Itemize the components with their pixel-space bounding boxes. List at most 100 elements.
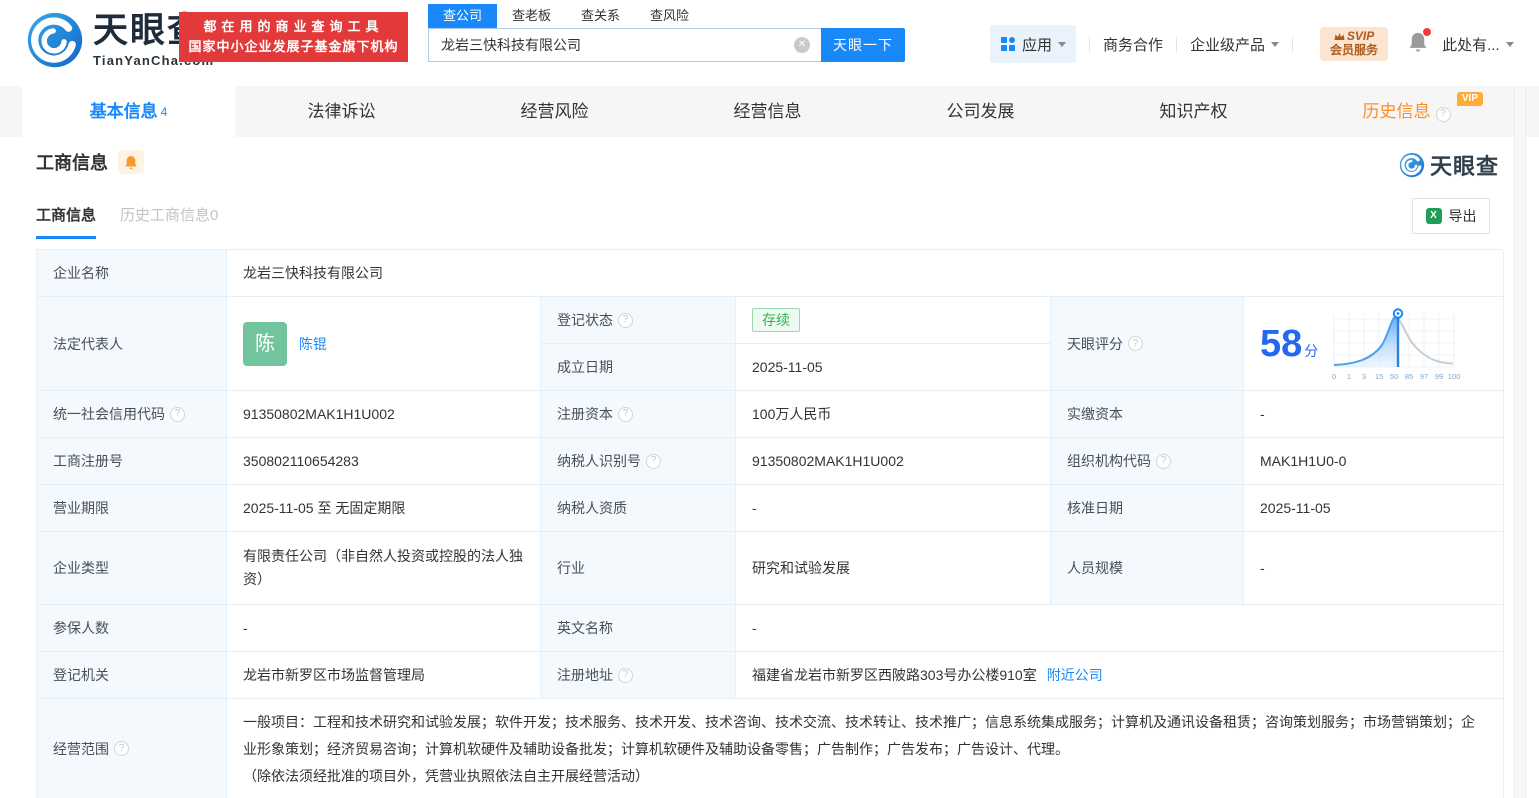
apps-label: 应用 [1022, 36, 1053, 54]
clear-icon[interactable]: ✕ [794, 37, 810, 53]
bell-icon [125, 155, 137, 169]
field-value-company-type: 有限责任公司（非自然人投资或控股的法人独资） [227, 532, 541, 605]
field-label-english-name: 英文名称 [541, 605, 736, 652]
field-value-score[interactable]: 58 分 0 1 3 15 50 85 97 99 100 [1244, 297, 1504, 391]
caret-down-icon [1058, 41, 1067, 47]
field-label-paid-capital: 实缴资本 [1051, 391, 1244, 438]
caret-down-icon [1271, 41, 1280, 47]
search-tab-boss[interactable]: 查老板 [497, 4, 566, 28]
field-value-reg-authority: 龙岩市新罗区市场监督管理局 [227, 652, 541, 699]
help-icon[interactable]: ? [1156, 453, 1171, 469]
tianyancha-company-page: 天眼查 TianYanCha.com 都在用的商业查询工具 国家中小企业发展子基… [0, 0, 1539, 798]
tab-legal-proceedings[interactable]: 法律诉讼 [235, 86, 448, 137]
help-icon[interactable]: ? [618, 312, 633, 328]
search-tab-risk[interactable]: 查风险 [635, 4, 704, 28]
header-nav: 应用 商务合作 企业级产品 SVIP 会员服务 此处有... [990, 24, 1514, 64]
help-icon[interactable]: ? [114, 741, 129, 756]
vertical-scrollbar[interactable] [1514, 86, 1526, 798]
export-label: 导出 [1448, 208, 1477, 224]
score-chart-x-labels: 0 1 3 15 50 85 97 99 100 [1332, 372, 1460, 381]
company-tabbar: 基本信息 4 法律诉讼 经营风险 经营信息 公司发展 知识产权 VIP 历史信息? [0, 86, 1539, 137]
nearby-companies-link[interactable]: 附近公司 [1047, 664, 1103, 686]
field-value-reg-number: 350802110654283 [227, 438, 541, 485]
field-value-taxpayer-quality: - [736, 485, 1051, 532]
field-label-business-scope: 经营范围? [37, 699, 227, 798]
field-label-reg-status: 登记状态? [541, 297, 736, 344]
tab-operating-info[interactable]: 经营信息 [661, 86, 874, 137]
field-value-company-name: 龙岩三快科技有限公司 [227, 250, 1504, 297]
tab-history-info[interactable]: VIP 历史信息? [1300, 86, 1513, 137]
business-scope-note: （除依法须经批准的项目外，凭营业执照依法自主开展经营活动） [243, 768, 649, 784]
field-value-org-code: MAK1H1U0-0 [1244, 438, 1504, 485]
search-input[interactable] [428, 28, 821, 62]
search-tab-company[interactable]: 查公司 [428, 4, 498, 28]
field-value-credit-code: 91350802MAK1H1U002 [227, 391, 541, 438]
field-value-industry: 研究和试验发展 [736, 532, 1051, 605]
field-value-paid-capital: - [1244, 391, 1504, 438]
svg-text:0: 0 [1332, 372, 1336, 381]
svg-text:97: 97 [1420, 372, 1428, 381]
export-button[interactable]: X 导出 [1412, 198, 1490, 234]
field-value-legal-rep: 陈 陈锟 [227, 297, 541, 391]
crown-icon [1334, 33, 1345, 40]
field-label-insured-count: 参保人数 [37, 605, 227, 652]
tab-company-development[interactable]: 公司发展 [874, 86, 1087, 137]
field-value-taxpayer-id: 91350802MAK1H1U002 [736, 438, 1051, 485]
notification-dot [1423, 27, 1432, 36]
svg-text:3: 3 [1362, 372, 1366, 381]
apps-menu-button[interactable]: 应用 [990, 25, 1077, 63]
field-value-reg-address: 福建省龙岩市新罗区西陂路303号办公楼910室 附近公司 [736, 652, 1504, 699]
svg-text:15: 15 [1375, 372, 1383, 381]
subtabs: 工商信息 历史工商信息0 [36, 204, 218, 239]
field-value-reg-capital: 100万人民币 [736, 391, 1051, 438]
svip-member-button[interactable]: SVIP 会员服务 [1320, 27, 1389, 61]
search-tabs: 查公司 查老板 查关系 查风险 [428, 4, 905, 28]
svg-text:50: 50 [1390, 372, 1398, 381]
monitor-bell-button[interactable] [118, 150, 144, 174]
help-icon[interactable]: ? [170, 406, 185, 422]
header: 天眼查 TianYanCha.com 都在用的商业查询工具 国家中小企业发展子基… [0, 0, 1539, 86]
legal-rep-link[interactable]: 陈锟 [299, 333, 327, 355]
field-label-company-name: 企业名称 [37, 250, 227, 297]
subtab-history-business-info[interactable]: 历史工商信息0 [120, 204, 218, 239]
search-tab-relation[interactable]: 查关系 [566, 4, 635, 28]
tab-count: 4 [160, 105, 168, 119]
notification-bell[interactable] [1408, 27, 1432, 58]
svg-text:1: 1 [1347, 372, 1351, 381]
field-value-approval-date: 2025-11-05 [1244, 485, 1504, 532]
field-label-taxpayer-id: 纳税人识别号? [541, 438, 736, 485]
help-icon[interactable]: ? [618, 667, 633, 683]
help-icon[interactable]: ? [1435, 106, 1451, 122]
business-info-table: 企业名称 龙岩三快科技有限公司 法定代表人 陈 陈锟 登记状态? 存续 成立日期… [36, 249, 1504, 798]
tab-basic-info[interactable]: 基本信息 4 [22, 86, 235, 137]
subtab-business-info[interactable]: 工商信息 [36, 204, 97, 239]
promo-banner: 都在用的商业查询工具 国家中小企业发展子基金旗下机构 [179, 12, 408, 62]
tab-intellectual-property[interactable]: 知识产权 [1087, 86, 1300, 137]
caret-down-icon [1505, 41, 1514, 47]
tianyancha-logo-icon [26, 11, 84, 74]
nav-business-cooperation[interactable]: 商务合作 [1103, 34, 1163, 55]
search-area: 查公司 查老板 查关系 查风险 ✕ 天眼一下 [428, 4, 905, 62]
field-value-english-name: - [736, 605, 1504, 652]
legal-rep-avatar[interactable]: 陈 [243, 321, 287, 366]
field-label-staff-size: 人员规模 [1051, 532, 1244, 605]
section-title: 工商信息 [36, 153, 108, 173]
watermark-text: 天眼查 [1429, 154, 1499, 179]
tab-operating-risk[interactable]: 经营风险 [448, 86, 661, 137]
search-button[interactable]: 天眼一下 [821, 28, 905, 62]
banner-line2: 国家中小企业发展子基金旗下机构 [188, 39, 399, 54]
field-label-legal-rep: 法定代表人 [37, 297, 227, 391]
divider [1292, 36, 1294, 52]
field-label-org-code: 组织机构代码? [1051, 438, 1244, 485]
svg-text:99: 99 [1435, 372, 1443, 381]
help-icon[interactable]: ? [618, 406, 633, 422]
user-account-menu[interactable]: 此处有... [1442, 34, 1514, 55]
help-icon[interactable]: ? [646, 453, 661, 469]
field-label-industry: 行业 [541, 532, 736, 605]
field-label-reg-capital: 注册资本? [541, 391, 736, 438]
field-value-reg-status: 存续 [736, 297, 1051, 344]
field-value-staff-size: - [1244, 532, 1504, 605]
field-label-reg-authority: 登记机关 [37, 652, 227, 699]
help-icon[interactable]: ? [1128, 336, 1143, 351]
nav-enterprise-products[interactable]: 企业级产品 [1190, 34, 1280, 55]
